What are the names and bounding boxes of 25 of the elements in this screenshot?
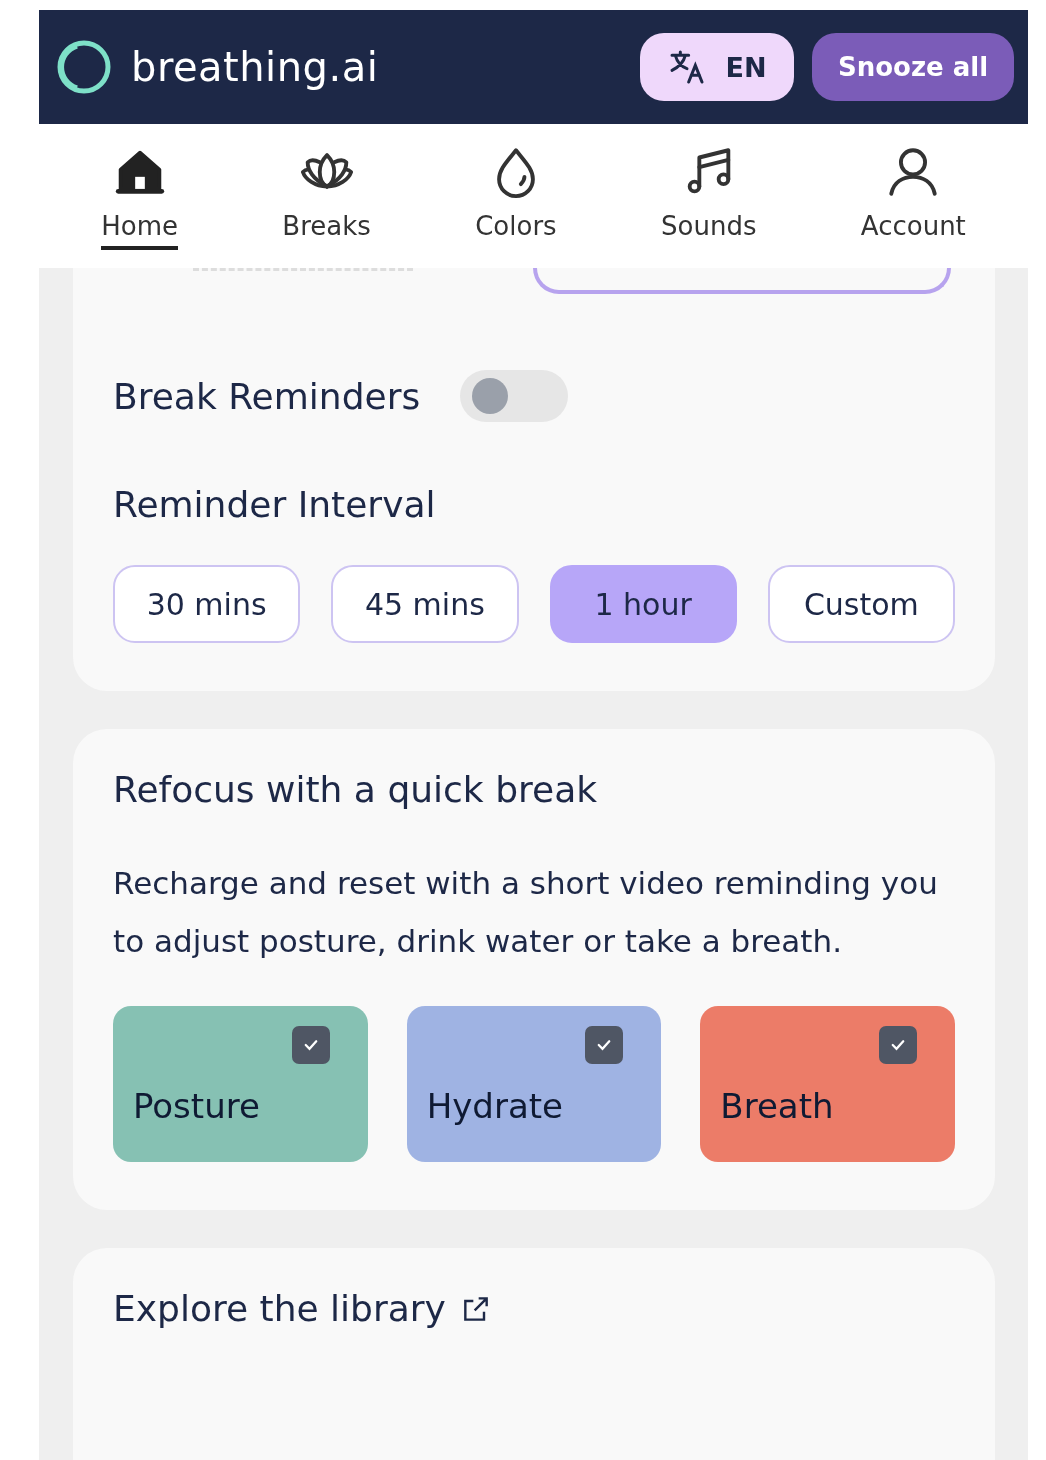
description-text: Recharge and reset with a short video reminding you to adjust posture, drink water or take a breath. bbox=[113, 864, 939, 961]
library-link[interactable]: Explore the library bbox=[113, 1288, 446, 1329]
interval-option[interactable]: 30 mins bbox=[113, 565, 301, 643]
ring-logo-icon bbox=[55, 38, 113, 96]
break-type-tile[interactable]: Breath bbox=[700, 1006, 955, 1162]
section-title: Break Reminders bbox=[113, 375, 421, 417]
nav-tab[interactable]: Breaks bbox=[282, 124, 371, 268]
interval-option[interactable]: 45 mins bbox=[331, 565, 519, 643]
language-button[interactable]: EN bbox=[640, 33, 794, 101]
interval-option[interactable]: Custom bbox=[767, 565, 955, 643]
checkbox[interactable] bbox=[291, 1026, 330, 1064]
checkbox[interactable] bbox=[879, 1026, 917, 1064]
section-title: Refocus with a quick break bbox=[113, 769, 599, 810]
logo-text: breathing.ai bbox=[131, 44, 380, 90]
break-type-tile[interactable]: Posture bbox=[113, 1006, 368, 1162]
interval-option[interactable]: 1 hour bbox=[549, 565, 737, 643]
nav-tab[interactable]: Sounds bbox=[661, 124, 757, 268]
section-title: Reminder Interval bbox=[113, 484, 437, 525]
checkbox[interactable] bbox=[585, 1026, 624, 1064]
nav-tab[interactable]: Account bbox=[860, 124, 966, 268]
toggle-switch[interactable] bbox=[460, 370, 569, 422]
snooze-button[interactable]: Snooze all bbox=[812, 33, 1014, 101]
nav-tab[interactable]: Home bbox=[101, 124, 178, 268]
break-type-tile[interactable]: Hydrate bbox=[406, 1006, 662, 1162]
nav-tab[interactable]: Colors bbox=[475, 124, 557, 268]
